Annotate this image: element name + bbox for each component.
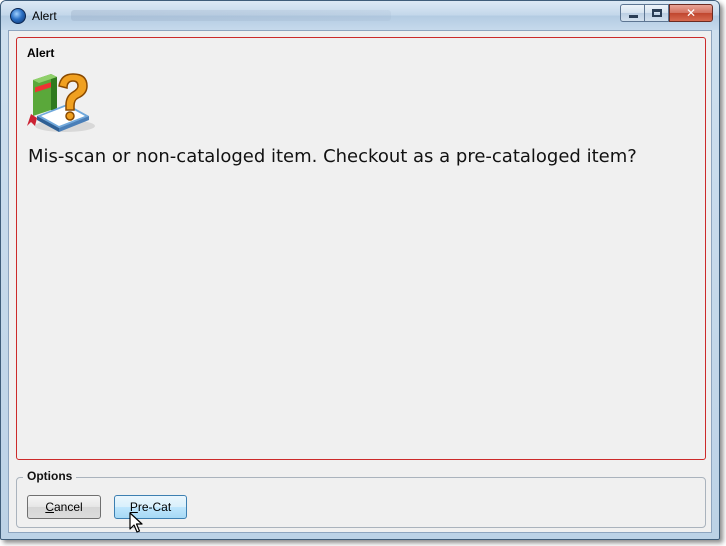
title-bar[interactable]: Alert ✕	[1, 1, 719, 30]
alert-group: Alert Mis-scan or non-cataloged item. Ch…	[16, 37, 706, 460]
cancel-button[interactable]: Cancel	[27, 495, 101, 519]
cancel-label: ancel	[53, 500, 83, 514]
maximize-button[interactable]	[644, 4, 669, 22]
close-button[interactable]: ✕	[669, 4, 713, 22]
window-title: Alert	[32, 9, 57, 23]
pre-cat-button[interactable]: Pre-Cat	[114, 495, 187, 519]
maximize-icon	[652, 9, 662, 17]
options-legend: Options	[23, 469, 77, 483]
app-globe-icon	[10, 8, 26, 24]
cancel-accesskey: C	[45, 500, 54, 514]
book-question-icon	[27, 73, 95, 132]
alert-window: Alert ✕ Alert Mis-scan or non-cataloged …	[0, 0, 720, 540]
options-group: Options Cancel Pre-Cat	[16, 469, 706, 528]
minimize-button[interactable]	[620, 4, 645, 22]
blurred-title-url	[71, 10, 391, 21]
alert-heading: Alert	[27, 46, 55, 60]
alert-message: Mis-scan or non-cataloged item. Checkout…	[28, 146, 637, 167]
close-icon: ✕	[685, 6, 697, 20]
dialog-content: Alert Mis-scan or non-cataloged item. Ch…	[8, 30, 712, 533]
mouse-cursor-icon	[129, 512, 143, 533]
minimize-icon	[629, 15, 638, 18]
